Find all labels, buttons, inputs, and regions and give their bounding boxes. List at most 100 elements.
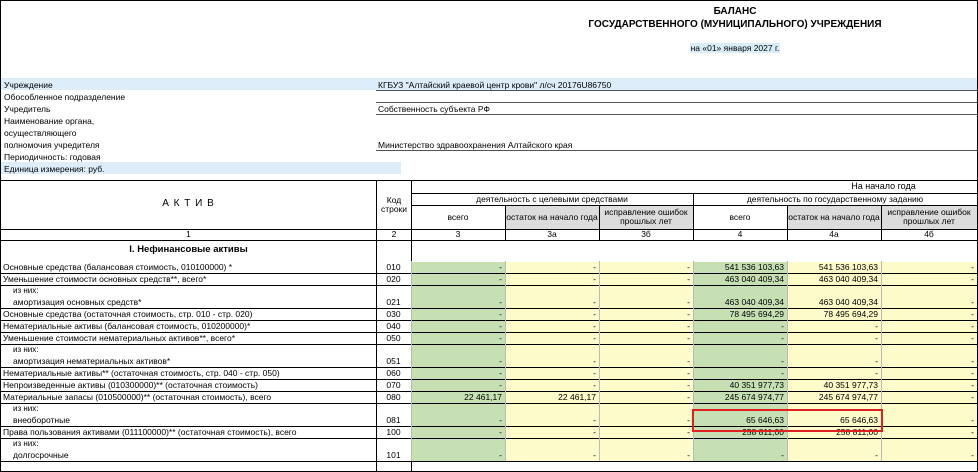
col-num-3b: 3б (641, 229, 651, 240)
row-label: Нематериальные активы (балансовая стоимо… (3, 321, 251, 331)
header-line-4 (1, 240, 977, 241)
value-c4b: - (971, 333, 974, 343)
value-c3b: - (687, 415, 690, 425)
row-code: 020 (386, 274, 401, 284)
col-num-1: 1 (186, 229, 191, 240)
value-c4b: - (971, 274, 974, 284)
value-c3: - (499, 274, 502, 284)
value-c3a: - (593, 309, 596, 319)
row-code: 101 (386, 450, 401, 460)
founder-value: Собственность субъекта РФ (378, 104, 490, 114)
value-c4: 245 674 974,77 (724, 392, 784, 402)
row-label: Основные средства (остаточная стоимость,… (3, 309, 253, 319)
value-c4: 78 495 694,29 (729, 309, 784, 319)
group-state-header: деятельность по государственному заданию (746, 193, 924, 204)
institution-value: КГБУЗ "Алтайский краевой центр крови" л/… (378, 80, 612, 90)
value-c4a: 541 536 103,63 (818, 262, 878, 272)
value-c3b: - (687, 309, 690, 319)
value-c3a: - (593, 380, 596, 390)
col-3-header: всего (447, 211, 469, 222)
value-c3: - (499, 321, 502, 331)
col-4b-header: исправление ошибок прошлых лет (887, 207, 971, 226)
value-c4a: - (875, 450, 878, 460)
subdivision-underline (376, 102, 977, 103)
value-c4a: - (875, 368, 878, 378)
unit-label: Единица измерения: руб. (4, 164, 105, 174)
row-label: Уменьшение стоимости нематериальных акти… (3, 333, 236, 343)
report-date: на «01» января 2027 г. (500, 43, 970, 53)
value-c4b: - (971, 392, 974, 402)
value-c3b: - (687, 262, 690, 272)
code-header: Код строки (380, 194, 408, 214)
authority-underline (376, 150, 977, 151)
value-c4: - (781, 368, 784, 378)
value-c3: - (499, 356, 502, 366)
value-c4b: - (971, 356, 974, 366)
col-num-4a: 4а (829, 229, 839, 240)
row-sub-prefix: из них: (13, 286, 39, 295)
col-num-2: 2 (391, 229, 397, 240)
row-label: Непроизведенные активы (010300000)** (ос… (3, 380, 258, 390)
value-c4: - (781, 321, 784, 331)
value-c4: 463 040 409,34 (724, 297, 784, 307)
value-c3a: - (593, 368, 596, 378)
value-c4b: - (971, 368, 974, 378)
row-code: 030 (386, 309, 401, 319)
row-code: 010 (386, 262, 401, 272)
value-c4a: 245 674 974,77 (818, 392, 878, 402)
row-code: 051 (386, 356, 401, 366)
group-targeted-header: деятельность с целевыми средствами (476, 193, 628, 204)
asset-header: А К Т И В (162, 198, 215, 210)
value-c3a: - (593, 274, 596, 284)
value-c4: 463 040 409,34 (724, 274, 784, 284)
value-c3a: - (593, 333, 596, 343)
value-c4: - (781, 356, 784, 366)
row-code: 100 (386, 427, 401, 437)
value-c3: - (499, 297, 502, 307)
value-c3b: - (687, 274, 690, 284)
row-divider (1, 461, 977, 462)
value-c4b: - (971, 297, 974, 307)
value-c3b: - (687, 427, 690, 437)
row-sub-label: амортизация нематериальных активов* (13, 356, 171, 366)
value-c3: 22 461,17 (464, 392, 502, 402)
value-c3b: - (687, 380, 690, 390)
institution-underline (376, 90, 977, 91)
value-c4a: 40 351 977,73 (823, 380, 878, 390)
col-3a-header: остаток на начало года (506, 211, 598, 222)
authority-label-1: Наименование органа, (4, 116, 95, 126)
row-code: 081 (386, 415, 401, 425)
value-c4a: 463 040 409,34 (818, 274, 878, 284)
founder-underline (376, 114, 977, 115)
value-c3: - (499, 427, 502, 437)
value-c3a: - (593, 321, 596, 331)
institution-label: Учреждение (4, 80, 53, 90)
row-label: Нематериальные активы** (остаточная стои… (3, 368, 280, 378)
start-of-year-header: На начало года (851, 181, 916, 192)
col-3b-header: исправление ошибок прошлых лет (604, 207, 688, 226)
value-c3b: - (687, 297, 690, 307)
row-sub-label: амортизация основных средств* (13, 297, 142, 307)
value-c4a: - (875, 356, 878, 366)
col-4-header: всего (729, 211, 751, 222)
value-c4a: - (875, 333, 878, 343)
value-c4a: - (875, 321, 878, 331)
value-c4b: - (971, 427, 974, 437)
row-label: Права пользования активами (011100000)**… (3, 427, 297, 437)
value-c3a: - (593, 415, 596, 425)
row-code: 060 (386, 368, 401, 378)
periodicity-label: Периодичность: годовая (4, 152, 101, 162)
value-c3b: - (687, 321, 690, 331)
row-code: 080 (386, 392, 401, 402)
row-code: 021 (386, 297, 401, 307)
col-4a-header: остаток на начало года (788, 211, 880, 222)
founder-label: Учредитель (4, 104, 51, 114)
row-label: Уменьшение стоимости основных средств**,… (3, 274, 207, 284)
row-code: 070 (386, 380, 401, 390)
value-c4: - (781, 333, 784, 343)
value-c3a: - (593, 450, 596, 460)
row-label: Материальные запасы (010500000)** (остат… (3, 392, 272, 402)
value-c4a: 78 495 694,29 (823, 309, 878, 319)
value-c3: - (499, 262, 502, 272)
report-date-text: на «01» января 2027 г. (689, 43, 781, 53)
